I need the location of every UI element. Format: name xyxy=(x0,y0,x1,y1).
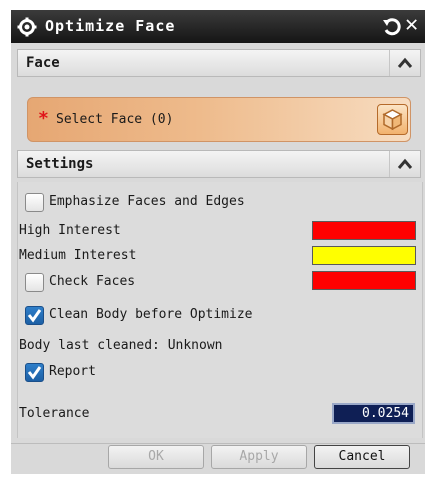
report-label[interactable]: Report xyxy=(49,364,96,379)
tolerance-label: Tolerance xyxy=(19,406,90,421)
reset-icon[interactable] xyxy=(382,17,402,37)
select-face-row[interactable]: * Select Face (0) xyxy=(27,97,411,142)
high-interest-label: High Interest xyxy=(19,223,121,238)
clean-body-label[interactable]: Clean Body before Optimize xyxy=(49,307,253,322)
select-face-label: Select Face (0) xyxy=(56,112,174,127)
face-selection-button[interactable] xyxy=(377,104,408,135)
medium-interest-color-swatch[interactable] xyxy=(312,246,416,265)
check-faces-checkbox[interactable] xyxy=(25,273,44,292)
face-section-title: Face xyxy=(26,55,60,71)
dialog-title: Optimize Face xyxy=(45,17,176,35)
title-bar[interactable]: Optimize Face ✕ xyxy=(11,10,425,43)
checkmark-icon xyxy=(27,309,42,323)
apply-button[interactable]: Apply xyxy=(211,445,307,469)
chevron-up-icon[interactable] xyxy=(389,50,420,76)
required-marker: * xyxy=(38,108,49,129)
last-cleaned-text: Body last cleaned: Unknown xyxy=(19,338,223,353)
settings-section-header[interactable]: Settings xyxy=(17,150,421,178)
cancel-button[interactable]: Cancel xyxy=(314,445,410,469)
emphasize-checkbox[interactable] xyxy=(25,193,44,212)
medium-interest-label: Medium Interest xyxy=(19,248,137,263)
check-faces-color-swatch[interactable] xyxy=(312,271,416,290)
face-section-header[interactable]: Face xyxy=(17,49,421,77)
footer-divider xyxy=(11,443,425,444)
checkmark-icon xyxy=(27,366,42,380)
ok-button[interactable]: OK xyxy=(108,445,204,469)
high-interest-color-swatch[interactable] xyxy=(312,221,416,240)
tolerance-input[interactable]: 0.0254 xyxy=(332,403,415,424)
clean-body-checkbox[interactable] xyxy=(25,306,44,325)
close-icon[interactable]: ✕ xyxy=(405,14,418,36)
emphasize-label[interactable]: Emphasize Faces and Edges xyxy=(49,194,245,209)
report-checkbox[interactable] xyxy=(25,363,44,382)
chevron-up-icon[interactable] xyxy=(389,151,420,177)
gear-icon[interactable] xyxy=(17,17,37,37)
settings-section-title: Settings xyxy=(26,156,94,172)
check-faces-label[interactable]: Check Faces xyxy=(49,274,135,289)
cube-icon xyxy=(382,109,403,131)
optimize-face-dialog: Optimize Face ✕ Face * Select Face (0) S… xyxy=(11,10,425,474)
